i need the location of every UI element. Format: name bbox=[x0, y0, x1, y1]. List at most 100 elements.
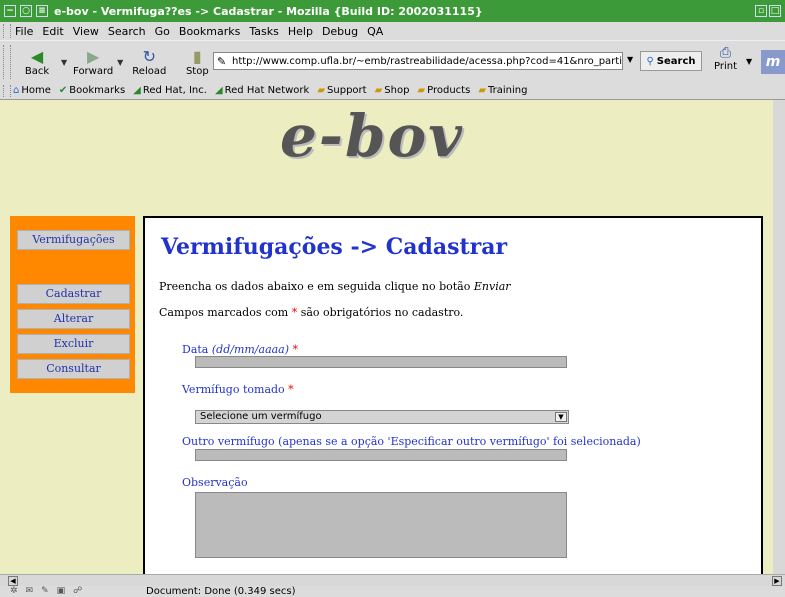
back-arrow-icon: ◀ bbox=[30, 46, 44, 66]
navigation-toolbar: ◀ Back ▼ ▶ Forward ▼ ↻ Reload ▮ Stop ✎ h… bbox=[0, 40, 785, 84]
forward-dropdown-icon[interactable]: ▼ bbox=[117, 58, 123, 67]
reload-label: Reload bbox=[132, 65, 167, 77]
menu-view[interactable]: View bbox=[73, 25, 99, 38]
instruction-text: Preencha os dados abaixo e em seguida cl… bbox=[159, 280, 511, 293]
folder-icon: ▰ bbox=[317, 85, 326, 96]
page-proxy-icon[interactable]: ✎ bbox=[217, 53, 226, 69]
window-menu-icon[interactable]: − bbox=[4, 5, 16, 17]
date-input[interactable] bbox=[195, 356, 567, 368]
window-titlebar: − ○ ≡ e-bov - Vermifuga??es -> Cadastrar… bbox=[0, 0, 785, 22]
back-button[interactable]: ◀ Back bbox=[17, 46, 57, 77]
bookmark-training-label: Training bbox=[488, 85, 528, 96]
url-text: http://www.comp.ufla.br/~emb/rastreabili… bbox=[232, 56, 622, 67]
menu-edit[interactable]: Edit bbox=[42, 25, 63, 38]
side-menu-alterar[interactable]: Alterar bbox=[17, 309, 130, 329]
side-menu: Vermifugações Cadastrar Alterar Excluir … bbox=[10, 216, 135, 393]
navigator-icon[interactable]: ✲ bbox=[10, 586, 18, 597]
bookmark-shop[interactable]: ▰ Shop bbox=[375, 85, 410, 96]
bookmark-products[interactable]: ▰ Products bbox=[417, 85, 470, 96]
date-label: Data (dd/mm/aaaa) * bbox=[182, 343, 298, 356]
chevron-down-icon[interactable]: ▼ bbox=[555, 412, 567, 422]
bookmark-redhat[interactable]: ◢ Red Hat, Inc. bbox=[133, 85, 207, 96]
personal-toolbar: ⌂ Home ✔ Bookmarks ◢ Red Hat, Inc. ◢ Red… bbox=[0, 82, 785, 100]
throbber-logo-icon[interactable]: m bbox=[761, 50, 785, 74]
print-button[interactable]: ⎙ Print bbox=[714, 45, 737, 72]
bookmark-rhn-label: Red Hat Network bbox=[224, 85, 310, 96]
side-menu-vermifugacoes[interactable]: Vermifugações bbox=[17, 230, 130, 250]
print-dropdown-icon[interactable]: ▼ bbox=[746, 57, 752, 66]
toolbar-grip[interactable] bbox=[3, 45, 11, 79]
url-input[interactable]: ✎ http://www.comp.ufla.br/~emb/rastreabi… bbox=[213, 52, 623, 70]
bookmark-rhn[interactable]: ◢ Red Hat Network bbox=[215, 85, 309, 96]
instruction-prefix: Preencha os dados abaixo e em seguida cl… bbox=[159, 280, 474, 293]
menu-search[interactable]: Search bbox=[108, 25, 146, 38]
toolbar-grip[interactable] bbox=[3, 84, 11, 97]
stick-icon[interactable]: ≡ bbox=[36, 5, 48, 17]
observation-label: Observação bbox=[182, 476, 248, 489]
menu-bookmarks[interactable]: Bookmarks bbox=[179, 25, 240, 38]
status-bar: ✲ ✉ ✎ ▣ ☍ Document: Done (0.349 secs) bbox=[0, 586, 785, 597]
back-dropdown-icon[interactable]: ▼ bbox=[61, 58, 67, 67]
side-menu-consultar[interactable]: Consultar bbox=[17, 359, 130, 379]
side-menu-cadastrar[interactable]: Cadastrar bbox=[17, 284, 130, 304]
minimize-icon[interactable]: ▫ bbox=[755, 5, 767, 17]
forward-button[interactable]: ▶ Forward bbox=[73, 46, 114, 77]
drug-label-text: Vermífugo tomado bbox=[182, 383, 285, 396]
url-dropdown-icon[interactable]: ▼ bbox=[627, 55, 633, 64]
date-format-hint: (dd/mm/aaaa) bbox=[211, 343, 290, 356]
component-bar: ✲ ✉ ✎ ▣ ☍ bbox=[10, 586, 130, 597]
other-drug-label: Outro vermífugo (apenas se a opção 'Espe… bbox=[182, 435, 641, 448]
bookmark-support[interactable]: ▰ Support bbox=[317, 85, 366, 96]
bookmark-training[interactable]: ▰ Training bbox=[478, 85, 527, 96]
page-content: e-bov Vermifugações Cadastrar Alterar Ex… bbox=[0, 100, 785, 574]
ebov-logo: e-bov bbox=[280, 102, 464, 170]
bookmark-link-icon: ◢ bbox=[214, 85, 223, 96]
stop-button[interactable]: ▮ Stop bbox=[177, 46, 217, 77]
menu-help[interactable]: Help bbox=[288, 25, 313, 38]
folder-icon: ▰ bbox=[374, 85, 383, 96]
chat-icon[interactable]: ☍ bbox=[73, 586, 82, 597]
reload-icon: ↻ bbox=[142, 46, 157, 66]
menu-file[interactable]: File bbox=[15, 25, 33, 38]
observation-textarea[interactable] bbox=[195, 492, 567, 558]
forward-arrow-icon: ▶ bbox=[87, 46, 100, 66]
required-suffix: são obrigatórios no cadastro. bbox=[297, 306, 464, 319]
bookmark-home[interactable]: ⌂ Home bbox=[13, 85, 51, 96]
home-icon: ⌂ bbox=[13, 85, 20, 96]
addressbook-icon[interactable]: ▣ bbox=[57, 586, 66, 597]
window-title: e-bov - Vermifuga??es -> Cadastrar - Moz… bbox=[54, 4, 483, 18]
shade-icon[interactable]: ○ bbox=[20, 5, 32, 17]
bookmark-products-label: Products bbox=[427, 85, 471, 96]
drug-select[interactable]: Selecione um vermífugo ▼ bbox=[195, 410, 569, 424]
forward-label: Forward bbox=[73, 65, 114, 77]
search-icon: ⚲ bbox=[646, 55, 654, 67]
menu-tasks[interactable]: Tasks bbox=[249, 25, 278, 38]
bookmark-shop-label: Shop bbox=[384, 85, 410, 96]
mail-icon[interactable]: ✉ bbox=[26, 586, 34, 597]
bookmark-redhat-label: Red Hat, Inc. bbox=[142, 85, 207, 96]
menu-debug[interactable]: Debug bbox=[322, 25, 358, 38]
composer-icon[interactable]: ✎ bbox=[41, 586, 49, 597]
menubar: File Edit View Search Go Bookmarks Tasks… bbox=[0, 22, 785, 40]
scroll-left-icon[interactable]: ◀ bbox=[8, 576, 18, 586]
bookmarks-icon: ✔ bbox=[58, 85, 68, 96]
required-prefix: Campos marcados com bbox=[159, 306, 292, 319]
page-title: Vermifugações -> Cadastrar bbox=[161, 234, 508, 260]
status-text: Document: Done (0.349 secs) bbox=[146, 586, 296, 597]
folder-icon: ▰ bbox=[478, 85, 487, 96]
bookmark-bookmarks[interactable]: ✔ Bookmarks bbox=[59, 85, 125, 96]
menu-qa[interactable]: QA bbox=[367, 25, 383, 38]
date-label-text: Data bbox=[182, 343, 212, 356]
search-button[interactable]: ⚲ Search bbox=[640, 51, 702, 71]
bookmark-link-icon: ◢ bbox=[133, 85, 141, 96]
toolbar-grip[interactable] bbox=[3, 24, 11, 38]
side-menu-excluir[interactable]: Excluir bbox=[17, 334, 130, 354]
menu-go[interactable]: Go bbox=[155, 25, 170, 38]
maximize-icon[interactable]: □ bbox=[769, 5, 781, 17]
vertical-scrollbar[interactable] bbox=[773, 100, 785, 574]
other-drug-input[interactable] bbox=[195, 449, 567, 461]
scroll-right-icon[interactable]: ▶ bbox=[772, 576, 782, 586]
printer-icon: ⎙ bbox=[719, 45, 732, 61]
reload-button[interactable]: ↻ Reload bbox=[129, 46, 169, 77]
stop-icon: ▮ bbox=[192, 46, 202, 66]
